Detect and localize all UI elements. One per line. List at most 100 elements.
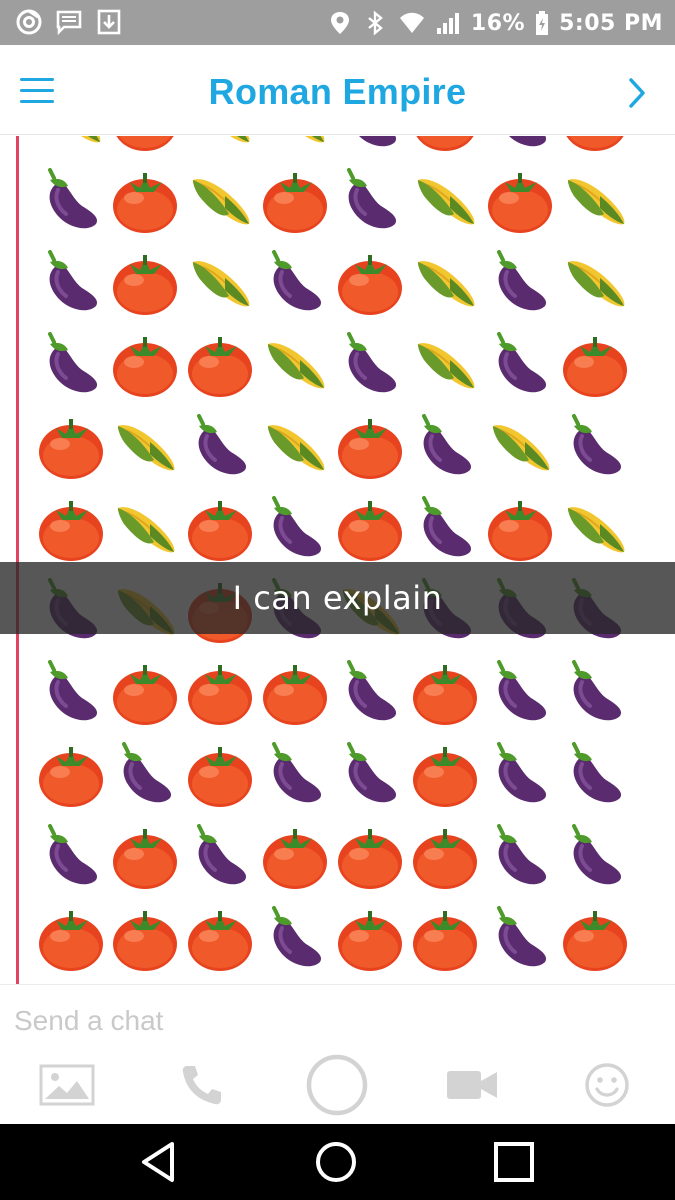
eggplant-emoji-icon — [48, 332, 98, 393]
tomato-emoji-icon — [39, 911, 103, 971]
emoji-button[interactable] — [567, 1047, 647, 1123]
eggplant-emoji-icon — [572, 660, 622, 721]
eggplant-emoji-icon — [497, 332, 547, 393]
nav-back-button[interactable] — [128, 1136, 188, 1188]
video-call-button[interactable] — [432, 1047, 512, 1123]
corn-emoji-icon — [305, 136, 325, 143]
battery-percent: 16% — [470, 10, 526, 36]
status-bar-system: 16% 5:05 PM — [327, 6, 663, 40]
bluetooth-icon — [368, 10, 383, 36]
eggplant-emoji-icon — [347, 660, 397, 721]
wifi-icon — [399, 12, 424, 33]
status-bar-notifications — [16, 9, 122, 35]
tomato-emoji-icon — [113, 255, 177, 315]
chat-messages[interactable] — [0, 136, 675, 984]
android-nav-bar — [0, 1124, 675, 1200]
corn-emoji-icon — [267, 343, 325, 389]
snap-caption-text: I can explain — [232, 579, 443, 617]
eggplant-emoji-icon — [572, 824, 622, 885]
image-icon — [39, 1064, 95, 1106]
tomato-emoji-icon — [413, 911, 477, 971]
corn-emoji-icon — [192, 179, 250, 225]
tomato-emoji-icon — [563, 911, 627, 971]
download-icon — [97, 9, 121, 35]
tomato-emoji-icon — [113, 665, 177, 725]
eggplant-emoji-icon — [347, 742, 397, 803]
eggplant-emoji-icon — [48, 824, 98, 885]
tomato-emoji-icon — [338, 255, 402, 315]
eggplant-emoji-icon — [197, 414, 247, 475]
tomato-emoji-icon — [113, 829, 177, 889]
chat-header: Roman Empire — [0, 45, 675, 135]
corn-emoji-icon — [492, 425, 550, 471]
video-camera-icon — [447, 1071, 497, 1099]
back-triangle-icon — [142, 1142, 174, 1182]
corn-emoji-icon — [417, 179, 475, 225]
eggplant-emoji-icon — [272, 496, 322, 557]
eggplant-emoji-icon — [422, 414, 472, 475]
tomato-emoji-icon — [188, 911, 252, 971]
tomato-emoji-icon — [413, 665, 477, 725]
corn-emoji-icon — [117, 507, 175, 553]
eggplant-emoji-icon — [347, 332, 397, 393]
voice-call-button[interactable] — [162, 1047, 242, 1123]
tomato-emoji-icon — [413, 747, 477, 807]
tomato-emoji-icon — [188, 337, 252, 397]
tomato-emoji-icon — [39, 747, 103, 807]
eggplant-emoji-icon — [197, 824, 247, 885]
tomato-emoji-icon — [413, 829, 477, 889]
tomato-emoji-icon — [488, 173, 552, 233]
chevron-right-icon[interactable] — [623, 75, 651, 111]
eggplant-emoji-icon — [48, 250, 98, 311]
eggplant-emoji-icon — [48, 168, 98, 229]
tomato-emoji-icon — [263, 829, 327, 889]
tomato-emoji-icon — [566, 136, 624, 151]
eggplant-emoji-icon — [48, 660, 98, 721]
eggplant-emoji-icon — [497, 824, 547, 885]
eggplant-emoji-icon — [272, 742, 322, 803]
eggplant-emoji-icon — [272, 906, 322, 967]
battery-icon — [536, 11, 549, 35]
tomato-emoji-icon — [263, 665, 327, 725]
send-chat-input[interactable] — [14, 1001, 634, 1041]
gallery-button[interactable] — [27, 1047, 107, 1123]
corn-emoji-icon — [267, 425, 325, 471]
corn-emoji-icon — [230, 136, 250, 143]
eggplant-emoji-icon — [572, 742, 622, 803]
eggplant-emoji-icon — [359, 136, 396, 147]
capture-button[interactable] — [297, 1047, 377, 1123]
nav-home-button[interactable] — [306, 1136, 366, 1188]
eggplant-emoji-icon — [422, 496, 472, 557]
tomato-emoji-icon — [188, 501, 252, 561]
tomato-emoji-icon — [188, 665, 252, 725]
tomato-emoji-icon — [338, 829, 402, 889]
tomato-emoji-icon — [113, 337, 177, 397]
phone-icon — [182, 1066, 221, 1105]
home-circle-icon — [316, 1142, 356, 1182]
eggplant-emoji-icon — [497, 660, 547, 721]
corn-emoji-icon — [417, 261, 475, 307]
eggplant-emoji-icon — [347, 168, 397, 229]
signal-icon — [436, 13, 459, 34]
snap-caption-band: I can explain — [0, 562, 675, 634]
status-bar: 16% 5:05 PM — [0, 0, 675, 45]
tomato-emoji-icon — [39, 419, 103, 479]
nav-recents-button[interactable] — [484, 1136, 544, 1188]
message-icon — [56, 10, 82, 35]
composer-toolbar — [0, 1047, 675, 1123]
tomato-emoji-icon — [188, 747, 252, 807]
tomato-emoji-icon — [263, 173, 327, 233]
eggplant-emoji-icon — [497, 250, 547, 311]
eggplant-emoji-icon — [272, 250, 322, 311]
chrome-icon — [16, 9, 42, 35]
corn-emoji-icon — [417, 343, 475, 389]
eggplant-emoji-icon — [497, 742, 547, 803]
tomato-emoji-icon — [116, 136, 174, 151]
tomato-emoji-icon — [488, 501, 552, 561]
corn-emoji-icon — [567, 507, 625, 553]
corn-emoji-icon — [567, 179, 625, 225]
capture-circle-icon — [306, 1054, 368, 1116]
tomato-emoji-icon — [113, 173, 177, 233]
tomato-emoji-icon — [113, 911, 177, 971]
tomato-emoji-icon — [39, 501, 103, 561]
